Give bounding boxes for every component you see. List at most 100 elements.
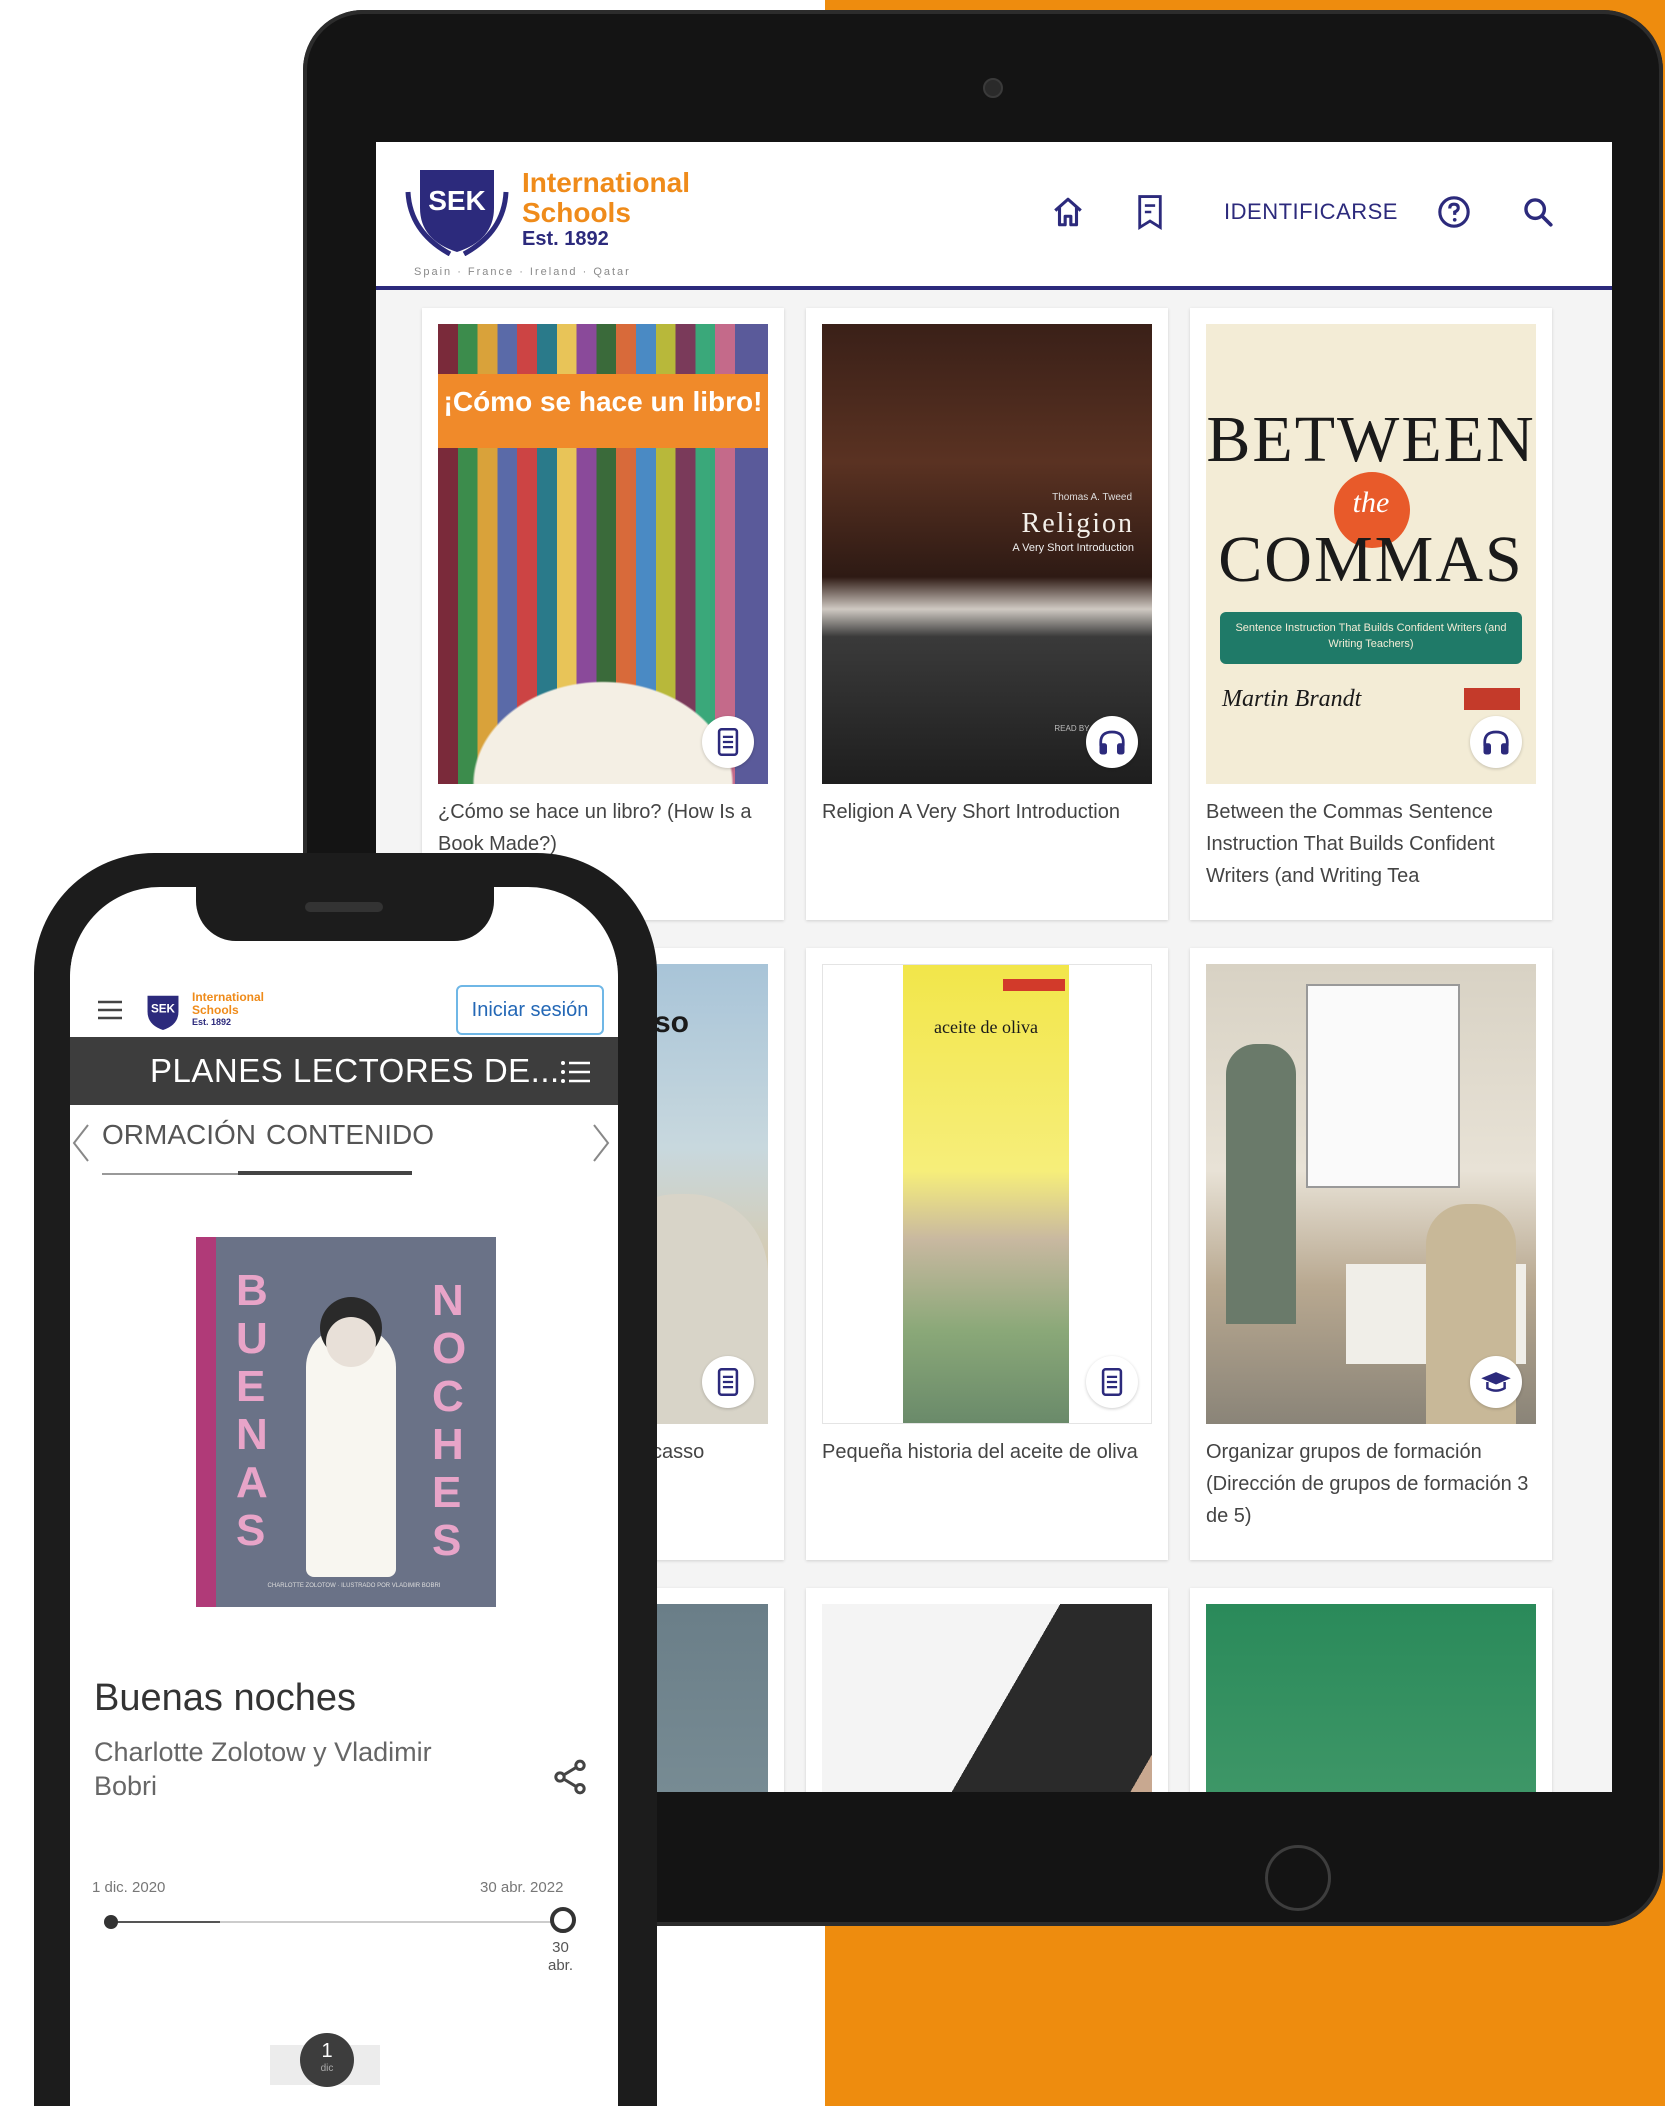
cover-title: so bbox=[654, 1006, 690, 1039]
tablet-home-button[interactable] bbox=[1265, 1845, 1331, 1911]
login-link[interactable]: IDENTIFICARSE bbox=[1216, 184, 1406, 240]
book-cover bbox=[822, 1604, 1152, 1792]
timeline-end-day: 30 bbox=[552, 1939, 569, 1956]
ebook-badge bbox=[1086, 1356, 1138, 1408]
timeline-end-label: 30 abr. bbox=[548, 1939, 573, 1975]
phone-brand-line2: Schools bbox=[192, 1003, 239, 1017]
ebook-badge bbox=[702, 716, 754, 768]
book-cover[interactable]: BUENAS NOCHES CHARLOTTE ZOLOTOW · ILUSTR… bbox=[196, 1237, 496, 1607]
phone-brand-est: Est. 1892 bbox=[192, 1017, 232, 1027]
book-cover: aceite de oliva bbox=[822, 964, 1152, 1424]
timeline-end-handle[interactable] bbox=[550, 1907, 576, 1933]
book-title: Buenas noches bbox=[94, 1677, 356, 1719]
cover-line1: BETWEEN bbox=[1206, 403, 1536, 476]
book-cover: ¡Cómo se hace un libro! bbox=[438, 324, 768, 784]
home-button[interactable] bbox=[1040, 184, 1096, 240]
cover-footer: CHARLOTTE ZOLOTOW · ILUSTRADO POR VLADIM… bbox=[267, 1583, 441, 1589]
help-button[interactable] bbox=[1426, 184, 1482, 240]
content-card[interactable]: aceite de oliva Pequeña historia del ace… bbox=[806, 948, 1168, 1560]
cover-title: ¡Cómo se hace un libro! bbox=[443, 386, 763, 417]
cover-subtitle: Sentence Instruction That Builds Confide… bbox=[1235, 622, 1507, 650]
cover-author: Martin Brandt bbox=[1222, 686, 1362, 712]
help-circle-icon bbox=[1438, 196, 1470, 228]
menu-icon[interactable] bbox=[96, 999, 124, 1021]
active-tab-indicator bbox=[238, 1171, 412, 1175]
timeline-progress bbox=[110, 1921, 220, 1923]
brand-line2: Schools bbox=[522, 197, 631, 228]
login-button-label: Iniciar sesión bbox=[471, 998, 589, 1021]
brand-line1: International bbox=[522, 167, 691, 198]
phone-tabs: ORMACIÓN CONTENIDO bbox=[70, 1105, 618, 1185]
book-cover: Thomas A. Tweed Religion A Very Short In… bbox=[822, 324, 1152, 784]
tab-formacion[interactable]: ORMACIÓN bbox=[102, 1119, 256, 1151]
timeline-start-date: 1 dic. 2020 bbox=[92, 1879, 166, 1896]
brand-countries: Spain · France · Ireland · Qatar bbox=[414, 266, 631, 278]
content-card[interactable] bbox=[806, 1588, 1168, 1792]
book-author: Charlotte Zolotow y Vladimir Bobri bbox=[94, 1737, 432, 1801]
phone-brand-name: International Schools bbox=[192, 991, 264, 1017]
timeline-end-month: abr. bbox=[548, 1957, 574, 1974]
tablet-camera bbox=[983, 78, 1003, 98]
ebook-icon bbox=[1101, 1368, 1123, 1396]
tablet-header: SEK International Schools Est. 1892 Spai… bbox=[376, 142, 1612, 290]
phone-speaker bbox=[305, 902, 383, 912]
login-label: IDENTIFICARSE bbox=[1224, 199, 1398, 224]
page-number: 1 bbox=[321, 2040, 333, 2062]
course-badge bbox=[1470, 1356, 1522, 1408]
graduation-cap-icon bbox=[1481, 1372, 1511, 1392]
list-icon[interactable] bbox=[560, 1059, 592, 1085]
audiobook-badge bbox=[1086, 716, 1138, 768]
chevron-right-icon[interactable] bbox=[590, 1123, 612, 1163]
sek-logo[interactable]: SEK International Schools Est. 1892 Spai… bbox=[402, 156, 702, 280]
ebook-badge bbox=[702, 1356, 754, 1408]
card-title: Between the Commas Sentence Instruction … bbox=[1206, 801, 1495, 887]
cover-the: the bbox=[1352, 486, 1390, 519]
cover-subtitle: A Very Short Introduction bbox=[1012, 542, 1134, 554]
cover-word-left: BUENAS bbox=[236, 1266, 268, 1555]
book-cover: BETWEEN the COMMAS Sentence Instruction … bbox=[1206, 324, 1536, 784]
card-title: ¿Cómo se hace un libro? (How Is a Book M… bbox=[438, 801, 752, 855]
content-card[interactable]: Organizar grupos de formación (Dirección… bbox=[1190, 948, 1552, 1560]
content-card[interactable] bbox=[1190, 1588, 1552, 1792]
sek-emblem-icon: SEK bbox=[405, 170, 509, 256]
section-title: PLANES LECTORES DE... bbox=[150, 1052, 560, 1089]
cover-title: Religion bbox=[1021, 508, 1134, 539]
section-title-bar: PLANES LECTORES DE... bbox=[70, 1037, 618, 1105]
search-button[interactable] bbox=[1510, 184, 1566, 240]
share-icon[interactable] bbox=[550, 1757, 590, 1797]
headphones-icon bbox=[1099, 730, 1125, 755]
ebook-icon bbox=[717, 728, 739, 756]
content-card[interactable]: ¡Cómo se hace un libro! ¿Cómo se hace un… bbox=[422, 308, 784, 920]
ebook-icon bbox=[717, 1368, 739, 1396]
bookmark-list-icon bbox=[1138, 195, 1162, 230]
phone-screen: SEK International Schools Est. 1892 Inic… bbox=[70, 887, 618, 2106]
card-title: Religion A Very Short Introduction bbox=[822, 801, 1120, 823]
content-card[interactable]: Thomas A. Tweed Religion A Very Short In… bbox=[806, 308, 1168, 920]
brand-name: International Schools bbox=[522, 168, 690, 228]
book-cover bbox=[1206, 1604, 1536, 1792]
cover-author: Thomas A. Tweed bbox=[1052, 492, 1132, 503]
tab-contenido[interactable]: CONTENIDO bbox=[266, 1119, 434, 1151]
course-image bbox=[1206, 964, 1536, 1424]
svg-text:SEK: SEK bbox=[151, 1002, 176, 1015]
timeline-start-handle[interactable] bbox=[104, 1915, 118, 1929]
search-icon bbox=[1524, 198, 1553, 227]
page-indicator[interactable]: 1 dic bbox=[300, 2033, 354, 2087]
cover-word-right: NOCHES bbox=[432, 1276, 467, 1565]
chevron-left-icon[interactable] bbox=[70, 1123, 92, 1163]
login-button[interactable]: Iniciar sesión bbox=[456, 985, 604, 1035]
brand-est: Est. 1892 bbox=[522, 228, 609, 250]
phone-notch bbox=[196, 855, 494, 941]
card-title: Pequeña historia del aceite de oliva bbox=[822, 1441, 1138, 1463]
cover-line2: COMMAS bbox=[1218, 523, 1524, 596]
timeline-end-date: 30 abr. 2022 bbox=[480, 1879, 564, 1896]
svg-text:SEK: SEK bbox=[428, 185, 486, 216]
sek-emblem-icon: SEK bbox=[147, 995, 179, 1030]
content-card[interactable]: BETWEEN the COMMAS Sentence Instruction … bbox=[1190, 308, 1552, 920]
cover-title: aceite de oliva bbox=[934, 1017, 1038, 1037]
card-title: Organizar grupos de formación (Dirección… bbox=[1206, 1441, 1529, 1527]
page-sub: dic bbox=[320, 2063, 334, 2074]
bookmarks-button[interactable] bbox=[1122, 184, 1178, 240]
home-icon bbox=[1054, 197, 1082, 227]
audiobook-badge bbox=[1470, 716, 1522, 768]
